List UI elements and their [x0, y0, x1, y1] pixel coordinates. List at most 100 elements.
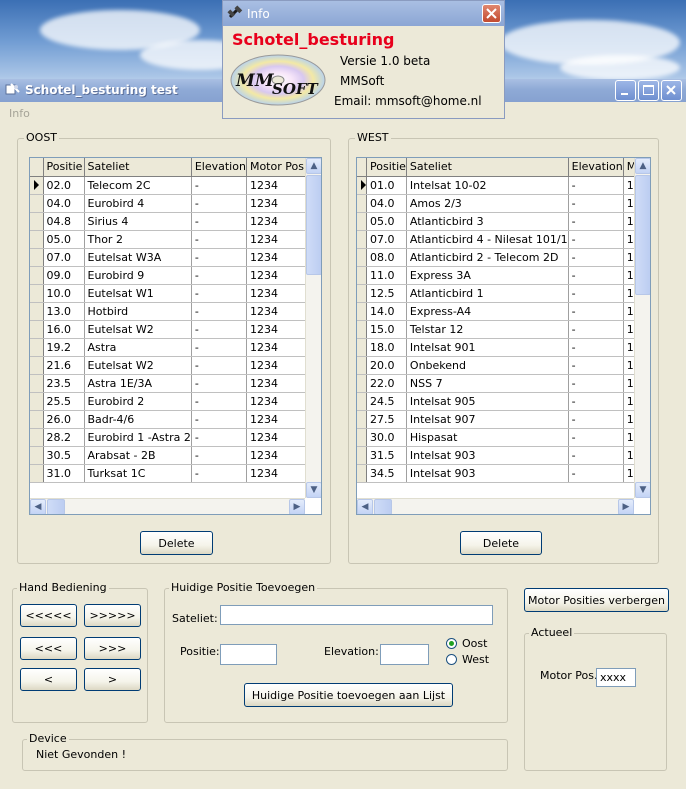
cell-sateliet[interactable]: Eutelsat W1	[84, 284, 192, 303]
table-row[interactable]: 05.0 Thor 2-1234	[30, 230, 317, 249]
medium-right-button[interactable]: >>>	[84, 637, 141, 660]
column-header-sateliet[interactable]: Sateliet	[84, 158, 192, 177]
medium-left-button[interactable]: <<<	[20, 637, 77, 660]
table-row[interactable]: 31.0 Turksat 1C -1234	[30, 464, 317, 483]
positie-input[interactable]	[220, 644, 277, 665]
cell-positie[interactable]: 05.0	[43, 230, 85, 249]
cell-elevation[interactable]: -	[191, 374, 247, 393]
cell-sateliet[interactable]: Turksat 1C	[84, 464, 192, 483]
table-row[interactable]: 30.5 Arabsat - 2B -1234	[30, 446, 317, 465]
table-row[interactable]: 14.0Express-A4-1234	[357, 302, 650, 321]
info-close-button[interactable]	[482, 4, 501, 23]
table-row[interactable]: 05.0Atlanticbird 3-1234	[357, 212, 650, 231]
scroll-thumb[interactable]	[635, 175, 650, 295]
menu-item-info[interactable]: Info	[9, 107, 30, 120]
table-row[interactable]: 02.0 Telecom 2C -1234	[30, 176, 317, 195]
row-indicator[interactable]	[357, 356, 367, 375]
oost-vertical-scrollbar[interactable]: ▲ ▼	[305, 158, 321, 498]
cell-elevation[interactable]: -	[568, 428, 624, 447]
row-indicator[interactable]	[30, 176, 44, 195]
radio-west[interactable]	[446, 654, 457, 665]
column-header-positie[interactable]: Positie	[43, 158, 85, 177]
cell-elevation[interactable]: -	[568, 176, 624, 195]
table-row[interactable]: 16.0 Eutelsat W2-1234	[30, 320, 317, 339]
table-row[interactable]: 12.5Atlanticbird 1-1234	[357, 284, 650, 303]
cell-sateliet[interactable]: Hispasat	[406, 428, 569, 447]
cell-sateliet[interactable]: Intelsat 907	[406, 410, 569, 429]
cell-sateliet[interactable]: Intelsat 10-02	[406, 176, 569, 195]
table-row[interactable]: 11.0Express 3A-1234	[357, 266, 650, 285]
cell-positie[interactable]: 07.0	[43, 248, 85, 267]
row-indicator[interactable]	[30, 446, 44, 465]
cell-positie[interactable]: 31.5	[366, 446, 407, 465]
cell-positie[interactable]: 14.0	[366, 302, 407, 321]
cell-positie[interactable]: 18.0	[366, 338, 407, 357]
cell-positie[interactable]: 01.0	[366, 176, 407, 195]
table-row[interactable]: 15.0Telstar 12-1234	[357, 320, 650, 339]
row-indicator[interactable]	[357, 248, 367, 267]
oost-delete-button[interactable]: Delete	[140, 531, 213, 555]
cell-elevation[interactable]: -	[568, 302, 624, 321]
cell-sateliet[interactable]: Eutelsat W2	[84, 320, 192, 339]
row-indicator[interactable]	[30, 392, 44, 411]
cell-elevation[interactable]: -	[191, 284, 247, 303]
cell-sateliet[interactable]: Intelsat 903	[406, 464, 569, 483]
row-indicator[interactable]	[357, 338, 367, 357]
row-indicator[interactable]	[357, 176, 367, 195]
minimize-button[interactable]	[615, 80, 636, 101]
cell-elevation[interactable]: -	[191, 248, 247, 267]
row-indicator[interactable]	[30, 374, 44, 393]
cell-sateliet[interactable]: Hotbird	[84, 302, 192, 321]
cell-elevation[interactable]: -	[568, 320, 624, 339]
column-header-elevation[interactable]: Elevation	[568, 158, 624, 177]
cell-positie[interactable]: 02.0	[43, 176, 85, 195]
scroll-down-icon[interactable]: ▼	[635, 482, 650, 498]
cell-elevation[interactable]: -	[191, 176, 247, 195]
table-row[interactable]: 24.5Intelsat 905-1234	[357, 392, 650, 411]
cell-positie[interactable]: 22.0	[366, 374, 407, 393]
cell-elevation[interactable]: -	[568, 446, 624, 465]
fast-left-button[interactable]: <<<<<	[20, 604, 77, 627]
cell-positie[interactable]: 23.5	[43, 374, 85, 393]
cell-elevation[interactable]: -	[191, 356, 247, 375]
west-table[interactable]: Positie Sateliet Elevation Motor I 01.0I…	[356, 157, 651, 515]
cell-positie[interactable]: 28.2	[43, 428, 85, 447]
cell-positie[interactable]: 25.5	[43, 392, 85, 411]
table-row[interactable]: 18.0Intelsat 901-1234	[357, 338, 650, 357]
table-row[interactable]: 34.5Intelsat 903-1234	[357, 464, 650, 483]
row-indicator[interactable]	[30, 464, 44, 483]
scroll-thumb[interactable]	[374, 499, 392, 514]
cell-elevation[interactable]: -	[568, 194, 624, 213]
cell-elevation[interactable]: -	[191, 446, 247, 465]
row-indicator[interactable]	[357, 392, 367, 411]
table-row[interactable]: 21.6 Eutelsat W2-1234	[30, 356, 317, 375]
column-header-sateliet[interactable]: Sateliet	[406, 158, 569, 177]
cell-sateliet[interactable]: Telecom 2C	[84, 176, 192, 195]
cell-elevation[interactable]: -	[191, 302, 247, 321]
row-indicator[interactable]	[30, 356, 44, 375]
cell-sateliet[interactable]: Onbekend	[406, 356, 569, 375]
cell-positie[interactable]: 19.2	[43, 338, 85, 357]
row-indicator[interactable]	[357, 320, 367, 339]
cell-sateliet[interactable]: Arabsat - 2B	[84, 446, 192, 465]
radio-oost-label[interactable]: Oost	[462, 637, 487, 650]
table-row[interactable]: 07.0Atlanticbird 4 - Nilesat 101/1-1234	[357, 230, 650, 249]
cell-elevation[interactable]: -	[568, 266, 624, 285]
table-row[interactable]: 25.5 Eurobird 2-1234	[30, 392, 317, 411]
row-indicator[interactable]	[357, 302, 367, 321]
row-indicator[interactable]	[357, 266, 367, 285]
table-row[interactable]: 04.0Amos 2/3-1234	[357, 194, 650, 213]
cell-sateliet[interactable]: Express-A4	[406, 302, 569, 321]
west-vertical-scrollbar[interactable]: ▲ ▼	[634, 158, 650, 498]
cell-elevation[interactable]: -	[568, 230, 624, 249]
table-row[interactable]: 08.0Atlanticbird 2 - Telecom 2D-1234	[357, 248, 650, 267]
row-indicator[interactable]	[357, 230, 367, 249]
cell-sateliet[interactable]: Eurobird 4	[84, 194, 192, 213]
cell-elevation[interactable]: -	[191, 320, 247, 339]
cell-sateliet[interactable]: Eurobird 1 -Astra 2	[84, 428, 192, 447]
maximize-button[interactable]	[638, 80, 659, 101]
row-indicator[interactable]	[30, 302, 44, 321]
add-position-button[interactable]: Huidige Positie toevoegen aan Lijst	[244, 683, 453, 707]
cell-sateliet[interactable]: Intelsat 905	[406, 392, 569, 411]
cell-positie[interactable]: 09.0	[43, 266, 85, 285]
